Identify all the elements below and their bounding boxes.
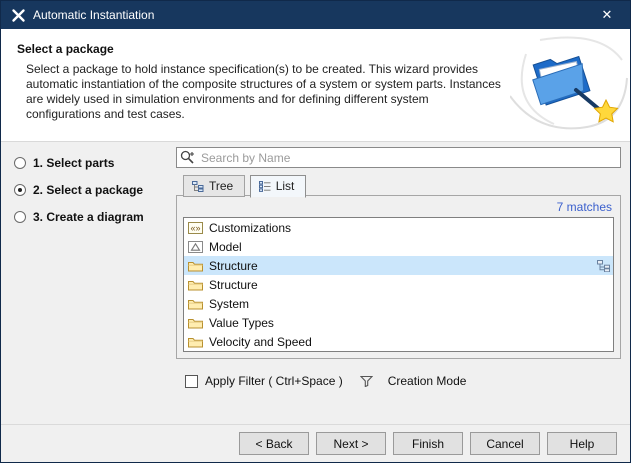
search-icon <box>180 150 196 170</box>
package-selection-area: Tree List 7 matches <box>176 147 621 388</box>
folder-icon <box>188 298 203 310</box>
folder-icon <box>188 260 203 272</box>
tab-label: List <box>276 179 295 193</box>
list-item-label: Model <box>209 240 242 254</box>
automatic-instantiation-dialog: Automatic Instantiation ✕ Select a packa… <box>0 0 631 463</box>
list-item[interactable]: Model <box>184 237 613 256</box>
creation-mode-label: Creation Mode <box>388 374 467 388</box>
page-description: Select a package to hold instance specif… <box>26 62 504 122</box>
containment-structure-icon[interactable] <box>597 260 610 272</box>
app-logo-icon <box>10 7 26 23</box>
titlebar[interactable]: Automatic Instantiation ✕ <box>1 1 630 29</box>
list-item-label: Velocity and Speed <box>209 335 312 349</box>
filter-funnel-icon[interactable] <box>360 375 373 387</box>
list-item[interactable]: Structure <box>184 275 613 294</box>
package-list[interactable]: «» Customizations Model S <box>183 217 614 352</box>
match-count: 7 matches <box>177 196 620 217</box>
list-item[interactable]: «» Customizations <box>184 218 613 237</box>
step-select-parts[interactable]: 1. Select parts <box>14 154 172 171</box>
close-icon[interactable]: ✕ <box>584 1 630 29</box>
tab-label: Tree <box>209 179 233 193</box>
list-item-label: Customizations <box>209 221 291 235</box>
tree-icon <box>192 181 204 192</box>
tab-list[interactable]: List <box>250 175 307 198</box>
svg-text:«»: «» <box>190 223 200 233</box>
results-panel: 7 matches «» Customizations Model <box>176 195 621 359</box>
folder-icon <box>188 317 203 329</box>
list-item-label: System <box>209 297 249 311</box>
step-label: 3. Create a diagram <box>33 210 144 224</box>
model-icon <box>188 241 203 253</box>
step-create-diagram[interactable]: 3. Create a diagram <box>14 208 172 225</box>
customizations-icon: «» <box>188 222 203 234</box>
cancel-button[interactable]: Cancel <box>470 432 540 455</box>
list-item[interactable]: Value Types <box>184 313 613 332</box>
dialog-footer: < Back Next > Finish Cancel Help <box>1 424 630 462</box>
search-box <box>176 147 621 168</box>
wizard-graphic-icon <box>510 30 628 138</box>
help-button[interactable]: Help <box>547 432 617 455</box>
wizard-steps: 1. Select parts 2. Select a package 3. C… <box>14 154 172 235</box>
step-label: 1. Select parts <box>33 156 114 170</box>
list-item-selected[interactable]: Structure <box>184 256 613 275</box>
list-item[interactable]: System <box>184 294 613 313</box>
radio-icon <box>14 211 26 223</box>
apply-filter-label[interactable]: Apply Filter ( Ctrl+Space ) <box>205 374 343 388</box>
folder-icon <box>188 336 203 348</box>
apply-filter-checkbox[interactable] <box>185 375 198 388</box>
list-item[interactable]: Velocity and Speed <box>184 332 613 351</box>
page-title: Select a package <box>17 42 114 56</box>
list-icon <box>259 181 271 192</box>
view-tabs: Tree List <box>176 174 621 196</box>
list-item-label: Structure <box>209 259 258 273</box>
search-input[interactable] <box>176 147 621 168</box>
folder-icon <box>188 279 203 291</box>
step-label: 2. Select a package <box>33 183 143 197</box>
step-select-package[interactable]: 2. Select a package <box>14 181 172 198</box>
radio-selected-icon <box>14 184 26 196</box>
tab-tree[interactable]: Tree <box>183 175 245 197</box>
list-item-label: Structure <box>209 278 258 292</box>
wizard-header: Select a package Select a package to hol… <box>1 29 630 142</box>
window-title: Automatic Instantiation <box>33 8 154 22</box>
next-button[interactable]: Next > <box>316 432 386 455</box>
radio-icon <box>14 157 26 169</box>
finish-button[interactable]: Finish <box>393 432 463 455</box>
list-item-label: Value Types <box>209 316 274 330</box>
back-button[interactable]: < Back <box>239 432 309 455</box>
filter-row: Apply Filter ( Ctrl+Space ) Creation Mod… <box>176 374 621 388</box>
